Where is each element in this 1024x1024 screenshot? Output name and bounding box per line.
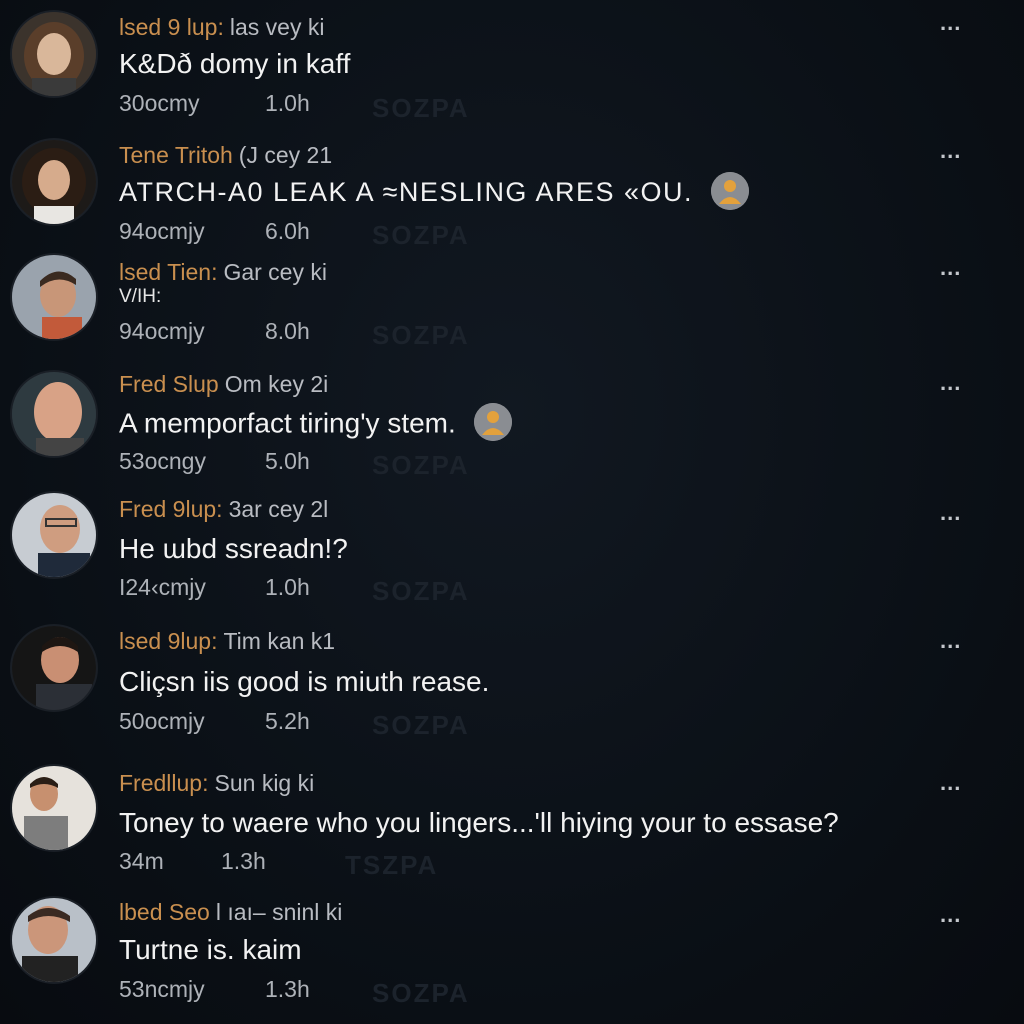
timestamp: 5.0h: [265, 448, 310, 474]
comment-header: Fredllup: Sun kig ki: [119, 770, 315, 796]
comment-meta: Sun kig ki: [214, 770, 315, 796]
comment-meta: Gar cey ki: [223, 259, 327, 285]
comment-meta: Tim kan k1: [223, 628, 336, 654]
timestamp: 6.0h: [265, 218, 310, 244]
author-name[interactable]: Tene Tritoh: [119, 142, 233, 168]
comment-meta: 3ar cey 2l: [228, 496, 329, 522]
user-avatar-icon: [12, 255, 96, 339]
more-options-button[interactable]: ...: [940, 10, 961, 36]
user-avatar-icon: [12, 372, 96, 456]
timestamp: 1.3h: [265, 976, 310, 1002]
more-options-button[interactable]: ...: [940, 138, 961, 164]
like-count[interactable]: 53ocngy: [119, 448, 265, 475]
like-count[interactable]: 94ocmjy: [119, 318, 265, 345]
watermark: SOZPA: [372, 220, 470, 250]
timestamp: 8.0h: [265, 318, 310, 344]
avatar[interactable]: [12, 493, 96, 577]
comment-header: lsed Tien: Gar cey ki: [119, 259, 327, 285]
comment-text: Turtne is. kaim: [119, 934, 302, 965]
person-icon[interactable]: [711, 172, 749, 210]
watermark: SOZPA: [372, 320, 470, 350]
avatar[interactable]: [12, 898, 96, 982]
user-avatar-icon: [12, 12, 96, 96]
like-count[interactable]: 50ocmjy: [119, 708, 265, 735]
comment-footer: 94ocmjy 6.0h: [119, 218, 310, 245]
user-avatar-icon: [12, 626, 96, 710]
comment-feed: lsed 9 lup: las vey ki K&Dð domy in kaff …: [0, 0, 1024, 1024]
comment-header: Fred 9lup: 3ar cey 2l: [119, 496, 329, 522]
author-name[interactable]: lsed Tien: [119, 259, 211, 285]
like-count[interactable]: 53ncmjy: [119, 976, 265, 1003]
avatar[interactable]: [12, 372, 96, 456]
user-avatar-icon: [12, 140, 96, 224]
like-count[interactable]: 94ocmjy: [119, 218, 265, 245]
watermark: SOZPA: [372, 450, 470, 480]
author-name[interactable]: Fred 9lup: [119, 496, 216, 522]
timestamp: 1.3h: [221, 848, 266, 874]
avatar[interactable]: [12, 140, 96, 224]
watermark: TSZPA: [345, 850, 439, 880]
like-count[interactable]: 34m: [119, 848, 221, 875]
avatar[interactable]: [12, 12, 96, 96]
comment-text: He ɯbd ssreadn!?: [119, 533, 348, 564]
comment-header: lsed 9 lup: las vey ki: [119, 14, 325, 40]
author-name[interactable]: Fredllup: [119, 770, 202, 796]
comment-text-content: ATRCH-A0 LEAK A ≈NESLING ARES «ΟU.: [119, 177, 693, 208]
comment-header: lbed Seo l ıaı– sninl ki: [119, 899, 342, 926]
comment-meta: las vey ki: [229, 14, 325, 40]
comment-meta: l ıaı– sninl ki: [215, 899, 343, 925]
comment-footer: I24‹cmjy 1.0h: [119, 574, 310, 601]
comment-text: A memporfact tiring'y stem.: [119, 403, 512, 444]
avatar[interactable]: [12, 626, 96, 710]
watermark: SOZPA: [372, 710, 470, 740]
comment-meta: (J cey 21: [238, 142, 333, 168]
author-name[interactable]: lsed 9 lup: [119, 14, 217, 40]
timestamp: 1.0h: [265, 574, 310, 600]
comment-footer: 94ocmjy 8.0h: [119, 318, 310, 345]
comment-footer: 50ocmjy 5.2h: [119, 708, 310, 735]
author-name[interactable]: Fred Slup: [119, 371, 219, 397]
comment-footer: 34m 1.3h: [119, 848, 266, 875]
like-count[interactable]: I24‹cmjy: [119, 574, 265, 601]
comment-text: K&Dð domy in kaff: [119, 48, 351, 79]
author-name[interactable]: lsed 9lup: [119, 628, 211, 654]
timestamp: 1.0h: [265, 90, 310, 116]
comment-text: Toney to waere who you lingers...'ll hiy…: [119, 807, 839, 838]
comment-footer: 53ncmjy 1.3h: [119, 976, 310, 1003]
more-options-button[interactable]: ...: [940, 770, 961, 796]
like-count[interactable]: 30ocmy: [119, 90, 265, 117]
watermark: SOZPA: [372, 576, 470, 606]
person-icon[interactable]: [473, 403, 512, 441]
comment-header: Fred Slup Om key 2i: [119, 371, 328, 398]
avatar[interactable]: [12, 766, 96, 850]
watermark: SOZPA: [372, 93, 470, 123]
watermark: SOZPA: [372, 978, 470, 1008]
avatar[interactable]: [12, 255, 96, 339]
comment-footer: 30ocmy 1.0h: [119, 90, 310, 117]
timestamp: 5.2h: [265, 708, 310, 734]
comment-text: Cliçsn iis good is miuth rease.: [119, 666, 490, 697]
author-name[interactable]: lbed Seo: [119, 899, 210, 925]
user-avatar-icon: [12, 766, 96, 850]
more-options-button[interactable]: ...: [940, 500, 961, 526]
more-options-button[interactable]: ...: [940, 255, 961, 281]
more-options-button[interactable]: ...: [940, 628, 961, 654]
more-options-button[interactable]: ...: [940, 370, 961, 396]
user-avatar-icon: [12, 493, 96, 577]
comment-footer: 53ocngy 5.0h: [119, 448, 310, 475]
user-avatar-icon: [12, 898, 96, 982]
comment-meta: Om key 2i: [224, 371, 329, 397]
comment-text-content: A memporfact tiring'y stem.: [119, 407, 456, 439]
comment-text: V/IH:: [119, 286, 162, 307]
comment-text: ATRCH-A0 LEAK A ≈NESLING ARES «ΟU.: [119, 172, 749, 213]
more-options-button[interactable]: ...: [940, 902, 961, 928]
comment-header: Tene Tritoh (J cey 21: [119, 142, 332, 169]
comment-header: lsed 9lup: Tim kan k1: [119, 628, 336, 654]
